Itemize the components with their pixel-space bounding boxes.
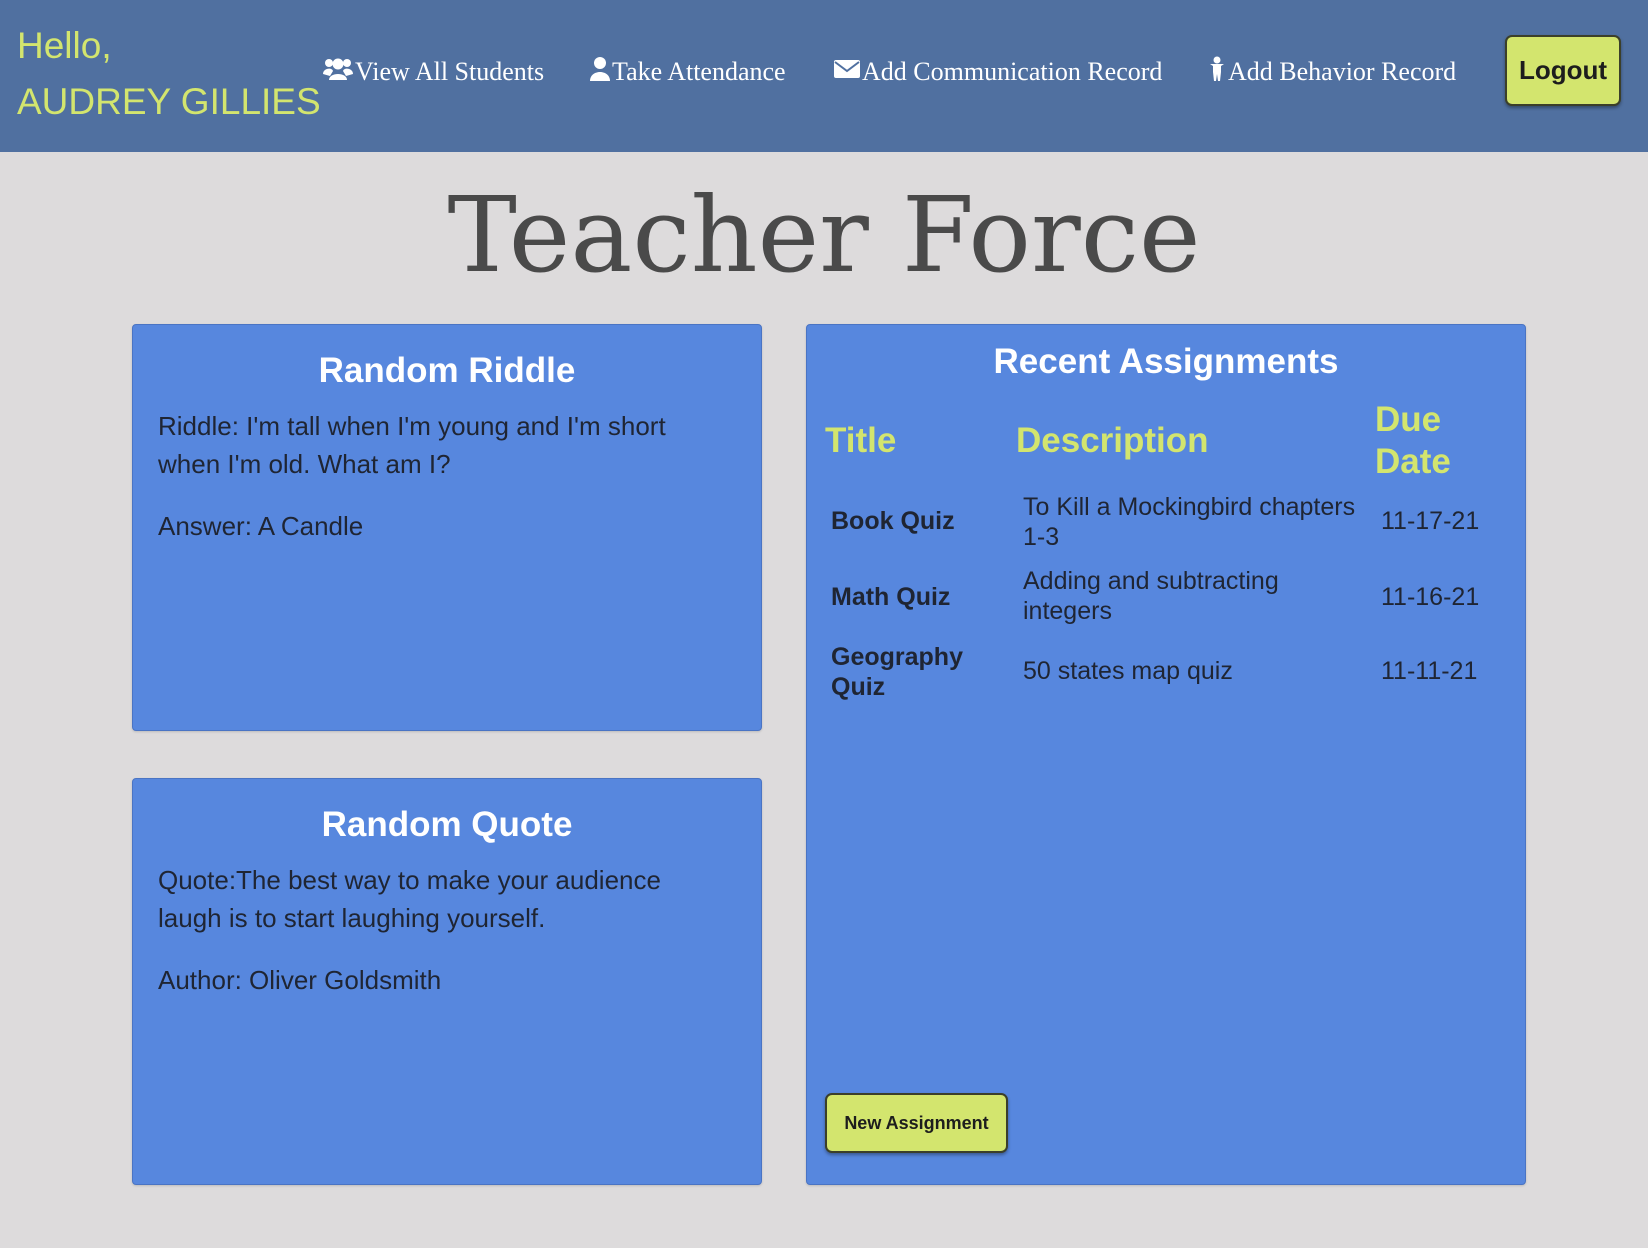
assignments-card-title: Recent Assignments xyxy=(993,342,1339,381)
nav-view-all-students[interactable]: View All Students xyxy=(323,52,544,92)
assignment-title: Math Quiz xyxy=(831,583,951,611)
nav-take-attendance-label: Take Attendance xyxy=(612,57,786,86)
assignment-title: Geography Quiz xyxy=(831,643,963,701)
assignment-title: Book Quiz xyxy=(831,507,955,535)
assignment-due-date: 11-17-21 xyxy=(1381,507,1480,535)
quote-text: Quote:The best way to make your audience… xyxy=(158,865,661,933)
top-navbar: Hello, AUDREY GILLIES View All Students … xyxy=(0,0,1648,152)
assignment-due-date: 11-11-21 xyxy=(1381,657,1478,685)
nav-add-communication-record-label: Add Communication Record xyxy=(862,57,1163,86)
riddle-answer: Answer: A Candle xyxy=(158,511,364,541)
new-assignment-button[interactable]: New Assignment xyxy=(825,1093,1008,1153)
users-icon xyxy=(323,56,355,89)
column-header-due-date: Due Date xyxy=(1375,400,1451,481)
assignment-description: Adding and subtracting integers xyxy=(1023,567,1279,625)
riddle-card-title: Random Riddle xyxy=(318,351,576,390)
quote-author: Author: Oliver Goldsmith xyxy=(158,965,442,995)
user-name: AUDREY GILLIES xyxy=(17,81,321,122)
column-header-title: Title xyxy=(825,421,897,460)
greeting-text: Hello, xyxy=(17,25,112,66)
column-header-description: Description xyxy=(1016,421,1209,460)
riddle-card: Random Riddle Riddle: I'm tall when I'm … xyxy=(132,324,762,731)
nav-view-all-students-label: View All Students xyxy=(355,57,545,86)
riddle-text: Riddle: I'm tall when I'm young and I'm … xyxy=(158,411,666,479)
child-icon xyxy=(1208,56,1228,89)
nav-take-attendance[interactable]: Take Attendance xyxy=(590,52,786,92)
assignment-description: 50 states map quiz xyxy=(1023,657,1233,685)
logout-button[interactable]: Logout xyxy=(1505,35,1621,106)
nav-add-communication-record[interactable]: Add Communication Record xyxy=(834,52,1162,92)
envelope-icon xyxy=(834,57,862,87)
quote-card-title: Random Quote xyxy=(321,805,573,844)
assignment-due-date: 11-16-21 xyxy=(1381,583,1480,611)
user-greeting: Hello, AUDREY GILLIES xyxy=(17,18,321,130)
page-title: Teacher Force xyxy=(447,174,1201,296)
nav-add-behavior-record[interactable]: Add Behavior Record xyxy=(1208,52,1456,92)
assignment-description: To Kill a Mockingbird chapters 1-3 xyxy=(1023,493,1356,551)
user-icon xyxy=(590,56,612,89)
quote-card: Random Quote Quote:The best way to make … xyxy=(132,778,762,1185)
nav-add-behavior-record-label: Add Behavior Record xyxy=(1228,57,1457,86)
